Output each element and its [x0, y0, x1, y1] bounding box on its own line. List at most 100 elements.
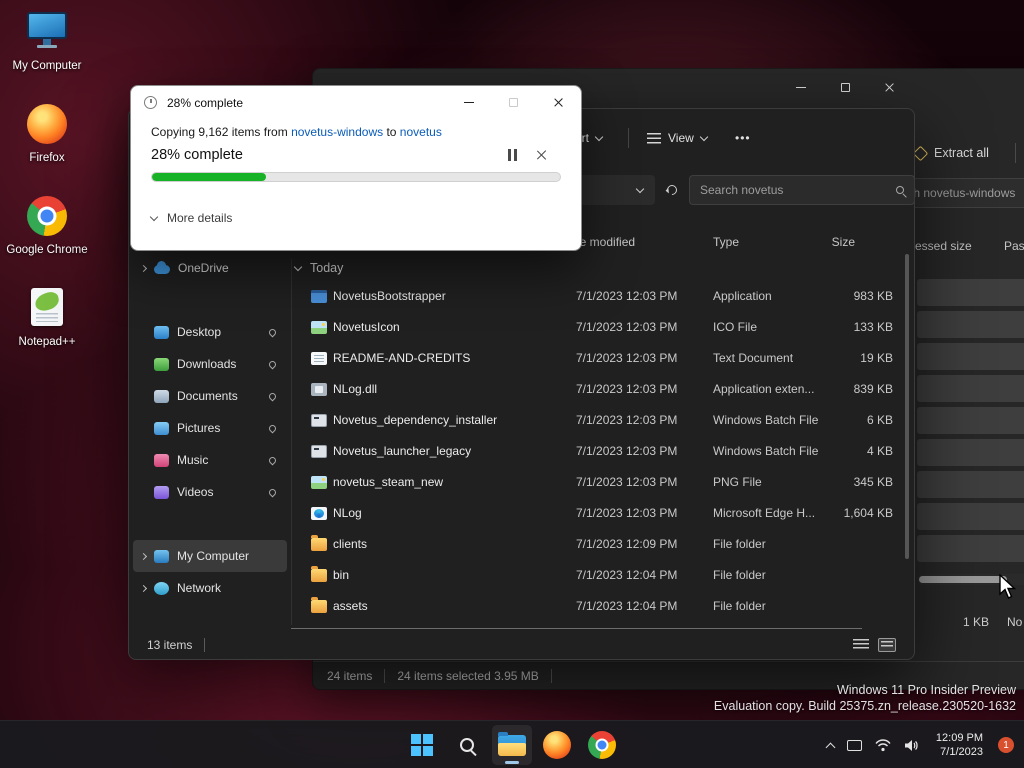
- destination-folder-link[interactable]: novetus: [400, 125, 442, 139]
- volume-icon[interactable]: [904, 739, 919, 752]
- taskbar-button-search[interactable]: [447, 725, 487, 765]
- source-folder-link[interactable]: novetus-windows: [291, 125, 383, 139]
- zip-minimize-button[interactable]: [779, 73, 823, 101]
- collapse-chevron-icon[interactable]: [293, 262, 303, 271]
- watermark-line2: Evaluation copy. Build 25375.zn_release.…: [713, 699, 1016, 713]
- pictures-icon: [154, 421, 169, 435]
- zip-maximize-button[interactable]: [823, 73, 867, 101]
- file-date-modified: 7/1/2023 12:03 PM: [576, 413, 678, 427]
- zip-selected-row[interactable]: [917, 343, 1024, 370]
- image-file-icon: [311, 321, 327, 334]
- pin-icon: [267, 359, 278, 369]
- desktop-icon-label: Firefox: [29, 152, 65, 164]
- sidebar-item-videos[interactable]: Videos: [133, 476, 287, 508]
- sidebar-item-music[interactable]: Music: [133, 444, 287, 476]
- status-separator: [204, 638, 206, 652]
- zip-selected-row[interactable]: [917, 471, 1024, 498]
- extract-all-button[interactable]: Extract all: [909, 139, 995, 167]
- desktop-icon[interactable]: My Computer: [6, 10, 88, 72]
- file-row[interactable]: Novetus_dependency_installer 7/1/2023 12…: [291, 405, 905, 436]
- documents-icon: [154, 389, 169, 403]
- file-row[interactable]: NovetusBootstrapper 7/1/2023 12:03 PM Ap…: [291, 281, 905, 312]
- zip-selected-row[interactable]: [917, 311, 1024, 338]
- password-column-header[interactable]: Password: [1004, 239, 1024, 253]
- file-date-modified: 7/1/2023 12:03 PM: [576, 351, 678, 365]
- file-row[interactable]: NLog.dll 7/1/2023 12:03 PM Application e…: [291, 374, 905, 405]
- sidebar-item-pictures[interactable]: Pictures: [133, 412, 287, 444]
- type-column-header[interactable]: Type: [713, 235, 739, 249]
- cancel-copy-button[interactable]: [535, 149, 547, 161]
- maximize-icon: [509, 98, 518, 107]
- file-row[interactable]: NLog 7/1/2023 12:03 PM Microsoft Edge H.…: [291, 498, 905, 529]
- details-view-icon[interactable]: [878, 638, 896, 652]
- sidebar-item-onedrive[interactable]: OneDrive: [133, 252, 287, 284]
- refresh-button[interactable]: [661, 179, 683, 201]
- sidebar-item-documents[interactable]: Documents: [133, 380, 287, 412]
- chevron-down-icon: [594, 132, 604, 141]
- zip-selected-row[interactable]: [917, 407, 1024, 434]
- tray-display-icon[interactable]: [846, 739, 862, 751]
- taskbar-button-firefox[interactable]: [537, 725, 577, 765]
- sidebar-item-downloads[interactable]: Downloads: [133, 348, 287, 380]
- copy-progress-dialog: 28% complete Copying 9,162 items from no…: [130, 85, 582, 251]
- file-row[interactable]: Novetus_launcher_legacy 7/1/2023 12:03 P…: [291, 436, 905, 467]
- taskbar-button-explorer[interactable]: [492, 725, 532, 765]
- desktop-icon[interactable]: Notepad++: [6, 286, 88, 348]
- group-header-today[interactable]: Today: [293, 261, 343, 275]
- taskbar: 12:09 PM 7/1/2023 1: [0, 720, 1024, 768]
- expand-chevron-icon[interactable]: [139, 552, 148, 560]
- search-box[interactable]: Search novetus: [689, 175, 914, 205]
- sidebar-item-desktop[interactable]: Desktop: [133, 316, 287, 348]
- file-row[interactable]: novetus_steam_new 7/1/2023 12:03 PM PNG …: [291, 467, 905, 498]
- pin-icon: [267, 327, 278, 337]
- taskbar-button-chrome[interactable]: [582, 725, 622, 765]
- expand-chevron-icon[interactable]: [139, 584, 148, 592]
- dialog-close-button[interactable]: [536, 86, 581, 119]
- dialog-maximize-button[interactable]: [491, 86, 536, 119]
- file-date-modified: 7/1/2023 12:03 PM: [576, 382, 678, 396]
- file-name: bin: [333, 568, 350, 582]
- file-row[interactable]: README-AND-CREDITS 7/1/2023 12:03 PM Tex…: [291, 343, 905, 374]
- file-row[interactable]: clients 7/1/2023 12:09 PM File folder: [291, 529, 905, 560]
- dialog-minimize-button[interactable]: [446, 86, 491, 119]
- pause-button[interactable]: [508, 149, 517, 161]
- sidebar-item-network[interactable]: Network: [133, 572, 287, 604]
- file-row[interactable]: NovetusIcon 7/1/2023 12:03 PM ICO File 1…: [291, 312, 905, 343]
- expand-chevron-icon[interactable]: [139, 264, 148, 272]
- progress-bar-track: [151, 172, 561, 182]
- zip-selected-row[interactable]: [917, 503, 1024, 530]
- taskbar-clock[interactable]: 12:09 PM 7/1/2023: [936, 731, 983, 759]
- file-row[interactable]: assets 7/1/2023 12:04 PM File folder: [291, 591, 905, 622]
- size-column-header[interactable]: Size: [799, 235, 855, 249]
- more-details-toggle[interactable]: More details: [149, 211, 561, 225]
- zip-selected-row[interactable]: [917, 535, 1024, 562]
- sidebar-item-label: Desktop: [177, 325, 222, 339]
- notification-badge[interactable]: 1: [998, 737, 1014, 753]
- bat-file-icon: [311, 445, 327, 458]
- desktop-icon: [154, 325, 169, 339]
- sidebar-item-my-computer[interactable]: My Computer: [133, 540, 287, 572]
- scrollbar-thumb[interactable]: [919, 576, 1007, 583]
- desktop-icon[interactable]: Google Chrome: [6, 194, 88, 256]
- chrome-icon: [588, 731, 616, 759]
- desktop-icon[interactable]: Firefox: [6, 102, 88, 164]
- network-icon[interactable]: [875, 738, 891, 752]
- zip-close-button[interactable]: [867, 73, 911, 101]
- vertical-scrollbar[interactable]: [905, 254, 909, 559]
- file-name: clients: [333, 537, 368, 551]
- view-button[interactable]: View: [637, 123, 717, 153]
- file-size: 133 KB: [853, 320, 893, 334]
- zip-selected-row[interactable]: [917, 439, 1024, 466]
- list-view-icon[interactable]: [853, 639, 869, 651]
- file-name: NLog: [333, 506, 362, 520]
- file-row[interactable]: bin 7/1/2023 12:04 PM File folder: [291, 560, 905, 591]
- taskbar-button-start[interactable]: [402, 725, 442, 765]
- zip-selected-row[interactable]: [917, 279, 1024, 306]
- chrome-icon: [27, 196, 67, 236]
- address-dropdown-icon[interactable]: [635, 184, 645, 193]
- hidden-icons-chevron[interactable]: [825, 742, 836, 752]
- toolbar-separator: [1015, 143, 1016, 163]
- file-name: Novetus_dependency_installer: [333, 413, 498, 427]
- zip-selected-row[interactable]: [917, 375, 1024, 402]
- see-more-button[interactable]: •••: [725, 123, 761, 153]
